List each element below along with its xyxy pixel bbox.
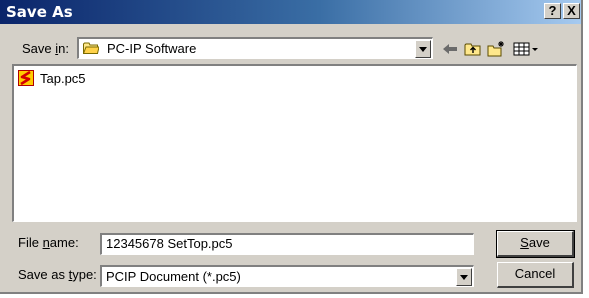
back-arrow-icon[interactable]	[440, 40, 460, 58]
up-folder-icon[interactable]	[463, 40, 483, 58]
help-button[interactable]: ?	[544, 3, 561, 19]
save-as-dialog: Save As ? X Save in: PC-IP Software Tap.…	[0, 0, 583, 294]
file-list[interactable]: Tap.pc5	[12, 64, 577, 222]
file-name-text: Tap.pc5	[40, 71, 86, 86]
save-as-type-value: PCIP Document (*.pc5)	[106, 269, 241, 284]
view-menu-icon[interactable]	[512, 40, 540, 58]
file-name-input[interactable]: 12345678 SetTop.pc5	[100, 233, 474, 255]
save-in-label: Save in:	[22, 41, 69, 56]
save-as-type-label: Save as type:	[18, 267, 97, 282]
file-name-label: File name:	[18, 235, 79, 250]
new-folder-icon[interactable]	[486, 40, 506, 58]
save-in-dropdown-button[interactable]	[415, 40, 431, 58]
save-button[interactable]: Save	[496, 230, 575, 258]
save-as-type-dropdown[interactable]: PCIP Document (*.pc5)	[100, 265, 474, 287]
window-title: Save As	[6, 3, 73, 21]
title-bar[interactable]: Save As ? X	[0, 0, 581, 24]
save-in-value: PC-IP Software	[107, 41, 197, 56]
chevron-down-icon	[460, 275, 468, 280]
chevron-down-icon	[419, 47, 427, 52]
close-button[interactable]: X	[563, 3, 580, 19]
save-as-type-dropdown-button[interactable]	[456, 268, 472, 286]
cancel-button[interactable]: Cancel	[497, 262, 574, 288]
folder-icon	[83, 42, 99, 54]
pc5-file-icon	[18, 70, 34, 86]
save-in-dropdown[interactable]: PC-IP Software	[77, 37, 433, 59]
